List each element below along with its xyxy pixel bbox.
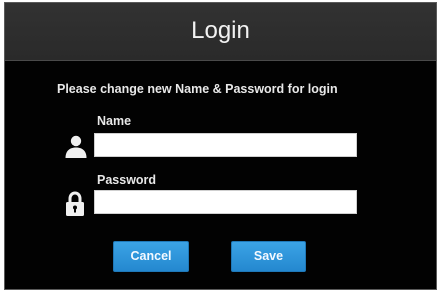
name-input[interactable] [94,133,357,157]
name-label: Name [97,114,132,128]
cancel-button[interactable]: Cancel [113,241,189,272]
instruction-text: Please change new Name & Password for lo… [57,82,338,96]
lock-icon [66,191,84,216]
save-button[interactable]: Save [231,241,306,272]
login-dialog: Login Please change new Name & Password … [4,2,437,290]
dialog-titlebar: Login [5,3,436,61]
user-icon [65,135,87,158]
dialog-title: Login [191,17,250,44]
password-input[interactable] [94,190,357,214]
password-label: Password [97,173,157,187]
